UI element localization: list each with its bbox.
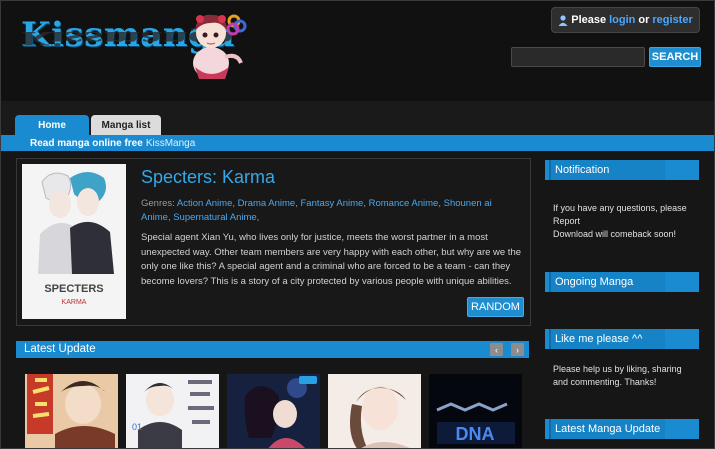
latest-manga-title: Latest Manga Update xyxy=(549,419,665,439)
search-input[interactable] xyxy=(511,47,645,67)
tab-manga-list[interactable]: Manga list xyxy=(91,115,161,135)
subbar-text: Read manga online free xyxy=(30,137,143,149)
like-me-text: Please help us by liking, sharing and co… xyxy=(553,364,682,387)
tab-home[interactable]: Home xyxy=(15,115,89,135)
like-me-header: Like me please ^^ xyxy=(545,329,699,349)
featured-cover[interactable]: SPECTERS KARMA xyxy=(22,164,126,319)
site-logo[interactable]: Kissmanga Kissmanga xyxy=(19,5,259,85)
manga-thumbnail[interactable] xyxy=(227,374,320,448)
site-header: Kissmanga Kissmanga Please login or regi… xyxy=(1,1,714,101)
featured-description: Special agent Xian Yu, who lives only fo… xyxy=(141,232,522,287)
notification-line: If you have any questions, please Report xyxy=(553,203,687,226)
svg-text:DNA: DNA xyxy=(456,424,495,444)
like-me-title: Like me please ^^ xyxy=(549,329,665,349)
thumbnail-art xyxy=(227,374,320,448)
mascot-icon xyxy=(193,14,247,79)
thumbnail-art: 01 xyxy=(126,374,219,448)
genres-label: Genres: xyxy=(141,198,175,209)
ongoing-manga-title: Ongoing Manga xyxy=(549,272,665,292)
register-link[interactable]: register xyxy=(652,14,692,26)
latest-manga-box: Latest Manga Update xyxy=(545,419,699,448)
search-button[interactable]: SEARCH xyxy=(649,47,701,67)
notification-line: Download will comeback soon! xyxy=(553,229,677,239)
ongoing-manga-box: Ongoing Manga xyxy=(545,272,699,310)
genre-link[interactable]: Fantasy Anime xyxy=(301,198,364,209)
prev-arrow-icon[interactable]: ‹ xyxy=(490,343,503,356)
notification-body: If you have any questions, please Report… xyxy=(553,202,697,241)
sub-bar: Read manga online free KissManga xyxy=(1,135,714,151)
genre-link[interactable]: Drama Anime xyxy=(238,198,296,209)
latest-update-title: Latest Update xyxy=(24,343,96,355)
subbar-site: KissManga xyxy=(145,137,196,149)
ongoing-manga-header: Ongoing Manga xyxy=(545,272,699,292)
genre-link[interactable]: Action Anime xyxy=(177,198,232,209)
cover-subtitle-text: KARMA xyxy=(62,299,87,306)
manga-thumbnail[interactable] xyxy=(25,374,118,448)
latest-manga-header: Latest Manga Update xyxy=(545,419,699,439)
notification-title: Notification xyxy=(549,160,665,180)
svg-text:01: 01 xyxy=(132,422,142,432)
login-link[interactable]: login xyxy=(609,14,635,26)
login-prefix: Please xyxy=(571,14,607,26)
manga-thumbnail[interactable] xyxy=(328,374,421,448)
notification-header: Notification xyxy=(545,160,699,180)
genre-link[interactable]: Romance Anime xyxy=(369,198,439,209)
thumbnail-art xyxy=(25,374,118,448)
notification-box: Notification If you have any questions, … xyxy=(545,160,699,254)
featured-title[interactable]: Specters: Karma xyxy=(141,167,275,188)
login-box: Please login or register xyxy=(551,7,700,33)
thumbnail-art xyxy=(328,374,421,448)
latest-update-header: Latest Update ‹ › xyxy=(16,341,529,358)
cover-art: SPECTERS KARMA xyxy=(22,164,126,319)
manga-thumbnail[interactable]: 01 xyxy=(126,374,219,448)
page: Kissmanga Kissmanga Please login or regi… xyxy=(0,0,715,449)
cover-title-text: SPECTERS xyxy=(44,283,103,295)
featured-manga: SPECTERS KARMA Specters: Karma Genres: A… xyxy=(16,158,531,326)
genre-list: Genres: Action Anime, Drama Anime, Fanta… xyxy=(141,198,492,223)
like-me-box: Like me please ^^ Please help us by liki… xyxy=(545,329,699,403)
random-button[interactable]: RANDOM xyxy=(467,297,524,317)
thumbnail-art: DNA xyxy=(429,374,522,448)
nav-bar: Home Manga list xyxy=(1,101,714,135)
genre-link[interactable]: Supernatural Anime xyxy=(173,212,256,223)
next-arrow-icon[interactable]: › xyxy=(511,343,524,356)
user-icon xyxy=(558,14,568,26)
manga-thumbnail[interactable]: DNA xyxy=(429,374,522,448)
login-or: or xyxy=(638,14,650,26)
